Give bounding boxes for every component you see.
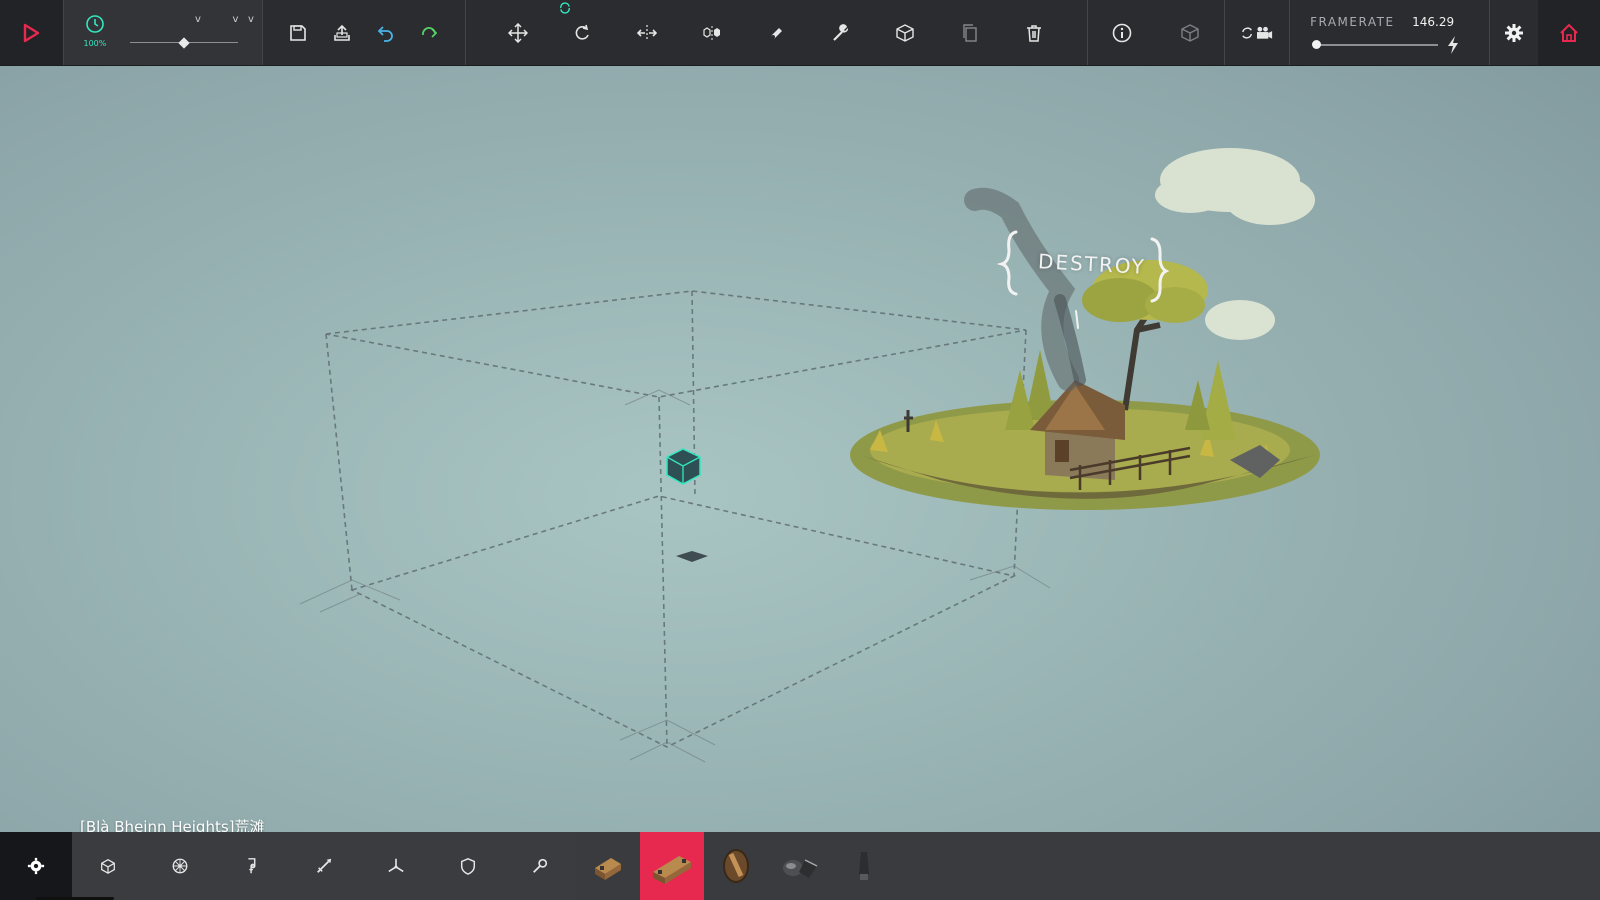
- framerate-slider[interactable]: [1316, 44, 1439, 46]
- category-tab-weapons[interactable]: [288, 832, 360, 900]
- time-scale-percent: 100%: [83, 39, 107, 48]
- chevron-down-icon[interactable]: v: [248, 14, 254, 25]
- home-section: [1538, 0, 1600, 65]
- category-tab-armour[interactable]: [432, 832, 504, 900]
- framerate-label: FRAMERATE: [1310, 15, 1395, 29]
- chevron-down-icon[interactable]: v: [195, 14, 201, 25]
- wrench-icon[interactable]: [827, 19, 855, 47]
- camera-icon[interactable]: [1237, 19, 1277, 47]
- file-section: v: [232, 0, 466, 65]
- circle-gear-icon: [27, 857, 45, 875]
- lightning-icon[interactable]: [1446, 36, 1460, 54]
- block-toolbar: [0, 832, 1600, 900]
- time-scale-section: 100% v v v: [63, 0, 264, 65]
- block-category-tabs: [0, 832, 576, 900]
- time-scale-button[interactable]: 100%: [80, 14, 110, 48]
- build-scene[interactable]: DESTROY: [0, 66, 1600, 832]
- build-zone-bounding-box: [325, 290, 1027, 748]
- top-toolbar: 100% v v v v: [0, 0, 1600, 66]
- framerate-section: FRAMERATE 146.29: [1290, 0, 1490, 65]
- rotate-icon[interactable]: [560, 1, 596, 47]
- settings-section: [1490, 0, 1538, 65]
- info-section: [1088, 0, 1226, 65]
- block-ballast[interactable]: [768, 832, 832, 900]
- mirror-icon[interactable]: [633, 19, 661, 47]
- move-icon[interactable]: [504, 19, 532, 47]
- delete-icon[interactable]: [1020, 19, 1048, 47]
- block-wooden-pole[interactable]: [704, 832, 768, 900]
- undo-icon[interactable]: [372, 19, 400, 47]
- category-tab-mechanical[interactable]: [216, 832, 288, 900]
- category-tab-basic[interactable]: [0, 832, 72, 900]
- rotate-active-icon: [560, 1, 571, 14]
- tree-trunk: [1122, 308, 1161, 411]
- redo-icon[interactable]: [416, 19, 444, 47]
- gear-icon[interactable]: [1500, 19, 1528, 47]
- hinge-icon: [248, 858, 256, 874]
- build-tools-section: [466, 0, 1088, 65]
- starting-block-cube[interactable]: [666, 448, 701, 485]
- armor-icon: [460, 858, 476, 875]
- clock-icon: [86, 15, 104, 33]
- block-small-wooden-block[interactable]: [576, 832, 640, 900]
- flight-icon: [388, 858, 404, 873]
- block-wooden-block[interactable]: [640, 832, 704, 900]
- play-section: [0, 0, 64, 65]
- cube-tool-icon[interactable]: [762, 19, 790, 47]
- category-tab-blocks[interactable]: [72, 832, 144, 900]
- chevron-down-icon[interactable]: v: [232, 14, 238, 25]
- box-icon[interactable]: [891, 19, 919, 47]
- framerate-value: 146.29: [1412, 15, 1455, 29]
- category-tab-utility[interactable]: [504, 832, 576, 900]
- weapon-icon: [317, 858, 332, 873]
- cube-icon: [101, 858, 115, 874]
- chimney-smoke: [964, 187, 1079, 391]
- block-info-icon[interactable]: [1176, 19, 1204, 47]
- info-icon[interactable]: [1108, 19, 1136, 47]
- play-icon[interactable]: [17, 19, 45, 47]
- time-scale-slider-knob[interactable]: [178, 37, 190, 49]
- category-tab-locomotion[interactable]: [144, 832, 216, 900]
- block-shadow: [676, 551, 708, 562]
- block-metal-spike[interactable]: [832, 832, 896, 900]
- select-icon[interactable]: [698, 19, 726, 47]
- copy-icon[interactable]: [956, 19, 984, 47]
- camera-section: [1225, 0, 1291, 65]
- block-palette: [576, 832, 1600, 900]
- framerate-slider-knob[interactable]: [1312, 40, 1322, 49]
- wheel-icon: [172, 858, 188, 874]
- tool-icon: [533, 858, 548, 873]
- save-icon[interactable]: [284, 19, 312, 47]
- floating-island: [850, 148, 1320, 510]
- scene-canvas: [299, 148, 1320, 763]
- category-tab-flight[interactable]: [360, 832, 432, 900]
- home-icon[interactable]: [1555, 19, 1583, 47]
- load-icon[interactable]: [328, 19, 356, 47]
